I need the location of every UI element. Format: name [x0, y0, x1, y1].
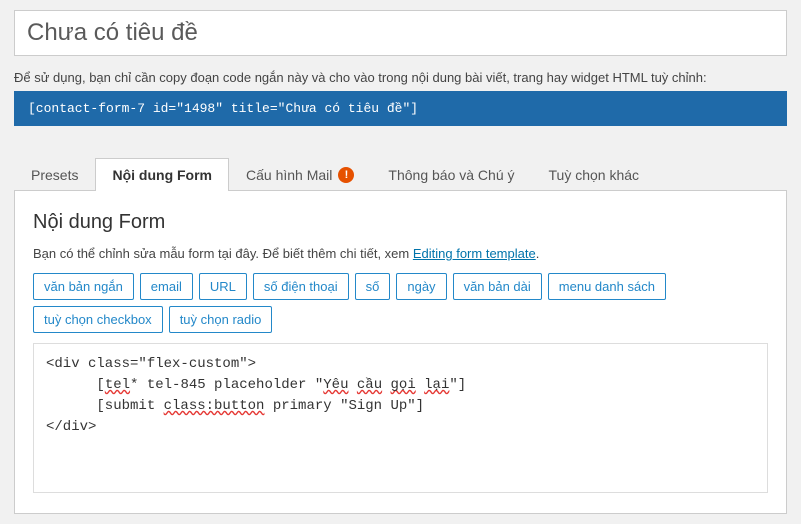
tag-date-button[interactable]: ngày: [396, 273, 446, 300]
tag-text-button[interactable]: văn bản ngắn: [33, 273, 134, 300]
tag-select-button[interactable]: menu danh sách: [548, 273, 666, 300]
tag-tel-button[interactable]: số điện thoại: [253, 273, 349, 300]
tab-messages[interactable]: Thông báo và Chú ý: [371, 158, 531, 191]
tab-bar: Presets Nội dung Form Cấu hình Mail ! Th…: [14, 158, 787, 191]
panel-desc-suffix: .: [536, 246, 540, 261]
shortcode-display: [contact-form-7 id="1498" title="Chưa có…: [14, 91, 787, 126]
tab-form[interactable]: Nội dung Form: [95, 158, 229, 191]
panel-description: Bạn có thể chỉnh sửa mẫu form tại đây. Đ…: [33, 246, 768, 261]
form-title-input[interactable]: [14, 10, 787, 56]
tag-textarea-button[interactable]: văn bản dài: [453, 273, 542, 300]
panel-desc-text: Bạn có thể chỉnh sửa mẫu form tại đây. Đ…: [33, 246, 413, 261]
usage-note: Để sử dụng, bạn chỉ cần copy đoạn code n…: [14, 70, 787, 85]
form-panel: Nội dung Form Bạn có thể chỉnh sửa mẫu f…: [14, 191, 787, 514]
alert-icon: !: [338, 167, 354, 183]
editing-template-link[interactable]: Editing form template: [413, 246, 536, 261]
tab-additional[interactable]: Tuỳ chọn khác: [532, 158, 657, 191]
panel-heading: Nội dung Form: [33, 211, 768, 234]
tag-checkbox-button[interactable]: tuỳ chọn checkbox: [33, 306, 163, 333]
tab-mail-label: Cấu hình Mail: [246, 167, 332, 183]
tab-mail[interactable]: Cấu hình Mail !: [229, 158, 371, 191]
tag-button-row: văn bản ngắn email URL số điện thoại số …: [33, 273, 768, 333]
tag-url-button[interactable]: URL: [199, 273, 247, 300]
tag-email-button[interactable]: email: [140, 273, 193, 300]
form-code-editor[interactable]: <div class="flex-custom"> [tel* tel-845 …: [33, 343, 768, 493]
tag-number-button[interactable]: số: [355, 273, 391, 300]
tag-radio-button[interactable]: tuỳ chọn radio: [169, 306, 273, 333]
tab-presets[interactable]: Presets: [14, 158, 95, 191]
